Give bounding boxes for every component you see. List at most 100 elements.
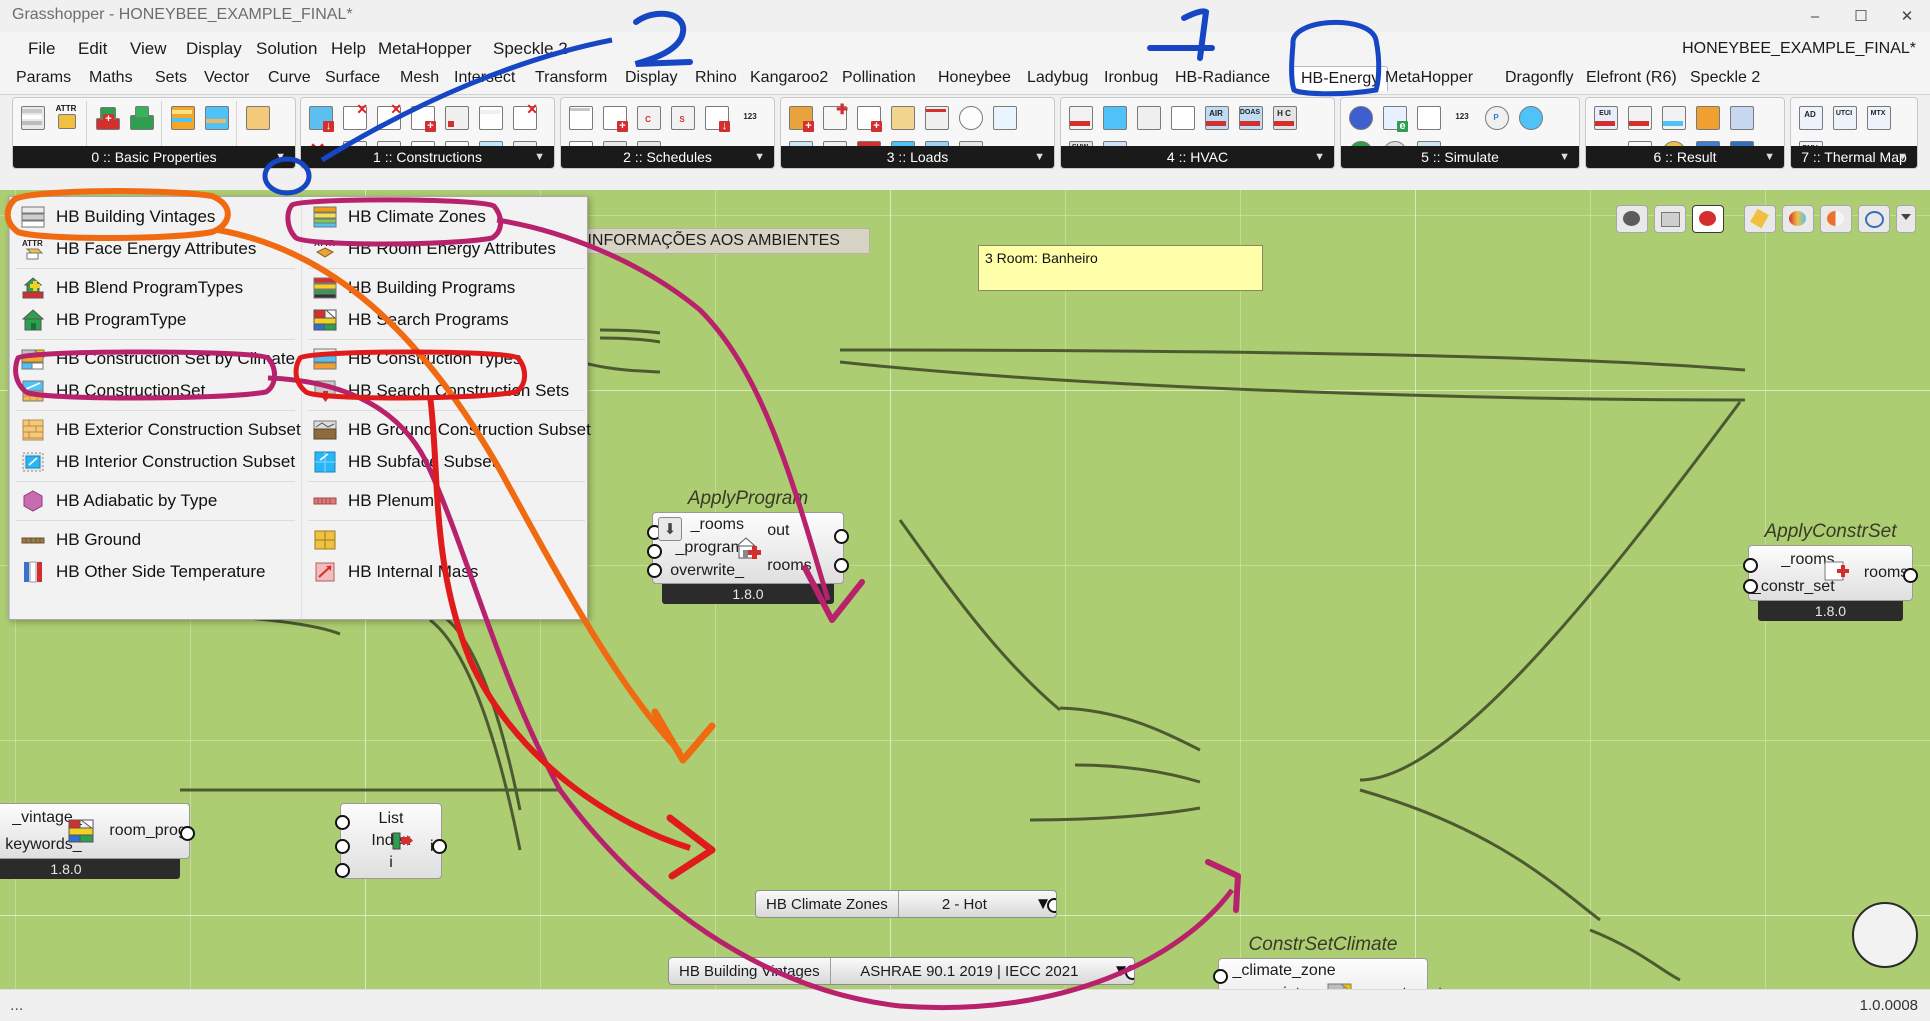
component-constr-set-climate[interactable]: ConstrSetClimate _climate_zone _vintage_… bbox=[1213, 934, 1442, 990]
hb-construction-set-by-climate-icon[interactable] bbox=[166, 101, 198, 134]
tab-pollination[interactable]: Pollination bbox=[842, 69, 916, 87]
value-list-climate-zones[interactable]: HB Climate Zones HB Climate Zones 2 - Ho… bbox=[755, 890, 1057, 918]
ribbon-group-label-basic[interactable]: 0 :: Basic Properties ▼ bbox=[13, 146, 295, 168]
preview-red-icon[interactable] bbox=[1692, 205, 1724, 233]
simulate-play-icon[interactable] bbox=[1514, 101, 1546, 134]
schedule-numbers-icon[interactable]: 123 bbox=[734, 101, 766, 134]
thermal-utci-icon[interactable]: UTCI bbox=[1828, 101, 1860, 134]
simulate-output-icon[interactable]: P bbox=[1480, 101, 1512, 134]
hb-blend-programtypes-icon[interactable]: + bbox=[91, 101, 123, 134]
tab-dragonfly[interactable]: Dragonfly bbox=[1505, 69, 1573, 87]
ribbon-group-label-thermal[interactable]: 7 :: Thermal Map ▼ bbox=[1791, 146, 1917, 168]
hb-exterior-construction-subset-icon[interactable] bbox=[241, 101, 273, 134]
chevron-down-icon[interactable]: ▼ bbox=[1034, 151, 1045, 163]
tab-hb-radiance[interactable]: HB-Radiance bbox=[1175, 69, 1270, 87]
port-out[interactable]: out bbox=[767, 522, 789, 540]
hvac-heat-cool-icon[interactable] bbox=[1132, 101, 1164, 134]
ribbon-group-label-loads[interactable]: 3 :: Loads ▼ bbox=[781, 146, 1054, 168]
menu-hb-programtype[interactable]: HB ProgramType bbox=[10, 304, 301, 336]
load-lighting-icon[interactable]: ✚ bbox=[818, 101, 850, 134]
component-search-programs[interactable]: _vintage_ keywords_ room_prog 1.8.0 bbox=[0, 803, 195, 883]
delete-construction-icon[interactable]: ✕ bbox=[338, 101, 370, 134]
material-window-icon[interactable] bbox=[474, 101, 506, 134]
schedule-icon[interactable] bbox=[564, 101, 596, 134]
menu-item-solution[interactable]: Solution bbox=[250, 37, 323, 61]
tab-ironbug[interactable]: Ironbug bbox=[1104, 69, 1158, 87]
simulate-run-idf-icon[interactable] bbox=[1412, 101, 1444, 134]
tab-params[interactable]: Params bbox=[16, 69, 71, 87]
port-overwrite[interactable]: overwrite_ bbox=[670, 562, 744, 580]
menu-hb-interior-construction-subset[interactable]: HB Interior Construction Subset bbox=[10, 446, 301, 478]
tab-curve[interactable]: Curve bbox=[268, 69, 311, 87]
menu-item-metahopper[interactable]: MetaHopper bbox=[372, 37, 478, 61]
menu-hb-ground-construction-subset[interactable]: HB Ground Construction Subset bbox=[302, 414, 591, 446]
port-climate-zone[interactable]: _climate_zone bbox=[1232, 962, 1335, 980]
close-button[interactable]: ✕ bbox=[1884, 0, 1930, 32]
ribbon-group-label-result[interactable]: 6 :: Result ▼ bbox=[1586, 146, 1784, 168]
menu-hb-exterior-construction-subset[interactable]: HB Exterior Construction Subset bbox=[10, 414, 301, 446]
thermal-matrix-icon[interactable]: MTX bbox=[1862, 101, 1894, 134]
value-list-selected[interactable]: 2 - Hot bbox=[899, 891, 1030, 917]
result-balance-icon[interactable] bbox=[1623, 101, 1655, 134]
menu-item-help[interactable]: Help bbox=[325, 37, 372, 61]
sphere-dark-icon[interactable] bbox=[1616, 205, 1648, 233]
canvas-navigation-dial[interactable] bbox=[1852, 902, 1918, 968]
schedule-constant-icon[interactable]: ↓ bbox=[700, 101, 732, 134]
thermal-adaptive-icon[interactable]: AD bbox=[1794, 101, 1826, 134]
simulate-run-osm-icon[interactable]: e bbox=[1378, 101, 1410, 134]
delete-window-construction-icon[interactable]: ✕ bbox=[372, 101, 404, 134]
hvac-air-icon[interactable]: AIR bbox=[1200, 101, 1232, 134]
menu-hb-room-energy-attributes[interactable]: ATTR HB Room Energy Attributes bbox=[302, 233, 591, 265]
value-list-selected[interactable]: ASHRAE 90.1 2019 | IECC 2021 bbox=[831, 958, 1108, 984]
chevron-down-icon[interactable] bbox=[1896, 205, 1916, 233]
ribbon-group-label-constructions[interactable]: 1 :: Constructions ▼ bbox=[301, 146, 554, 168]
menu-hb-building-programs[interactable]: HB Building Programs bbox=[302, 272, 591, 304]
port-rooms-out[interactable]: rooms bbox=[767, 557, 811, 575]
port-rooms[interactable]: _rooms bbox=[691, 516, 744, 534]
menu-item-view[interactable]: View bbox=[124, 37, 173, 61]
tag-icon[interactable] bbox=[1654, 205, 1686, 233]
port-list[interactable]: List bbox=[379, 810, 404, 828]
menu-item-speckle[interactable]: Speckle 2 bbox=[487, 37, 574, 61]
hb-constructionset-icon[interactable] bbox=[200, 101, 232, 134]
port-room-prog[interactable]: room_prog bbox=[109, 822, 186, 840]
tab-rhino[interactable]: Rhino bbox=[695, 69, 737, 87]
menu-hb-climate-zones[interactable]: HB Climate Zones bbox=[302, 201, 591, 233]
tab-elefront[interactable]: Elefront (R6) bbox=[1586, 69, 1677, 87]
menu-hb-ground[interactable]: HB Ground bbox=[10, 524, 301, 556]
opaque-construction-icon[interactable]: ↓ bbox=[304, 101, 336, 134]
tab-speckle-2[interactable]: Speckle 2 bbox=[1690, 69, 1760, 87]
tab-metahopper[interactable]: MetaHopper bbox=[1385, 69, 1473, 87]
simulate-sim-par-icon[interactable]: 123 bbox=[1446, 101, 1478, 134]
chevron-down-icon[interactable]: ▼ bbox=[1314, 151, 1325, 163]
hvac-fan-icon[interactable] bbox=[1166, 101, 1198, 134]
component-list-item[interactable]: List Index i bbox=[335, 803, 447, 883]
menu-hb-constructionset[interactable]: HB ConstructionSet bbox=[10, 375, 301, 407]
load-gas-icon[interactable] bbox=[886, 101, 918, 134]
menu-hb-subface-subset[interactable]: HB Subface Subset bbox=[302, 446, 591, 478]
chevron-down-icon[interactable]: ▼ bbox=[754, 151, 765, 163]
tab-surface[interactable]: Surface bbox=[325, 69, 380, 87]
tab-vector[interactable]: Vector bbox=[204, 69, 249, 87]
hvac-heat-cool-hc-icon[interactable]: H C bbox=[1268, 101, 1300, 134]
hb-face-energy-attributes-icon[interactable]: ATTR bbox=[50, 101, 82, 134]
result-color-rooms-icon[interactable] bbox=[1691, 101, 1723, 134]
result-peak-icon[interactable] bbox=[1657, 101, 1689, 134]
menu-hb-search-programs[interactable]: HB Search Programs bbox=[302, 304, 591, 336]
load-people-icon[interactable]: + bbox=[784, 101, 816, 134]
schedule-seasonal-icon[interactable]: S bbox=[666, 101, 698, 134]
component-apply-program[interactable]: ApplyProgram _rooms _program overwrite_ … bbox=[647, 488, 849, 604]
add-construction-icon[interactable]: + bbox=[406, 101, 438, 134]
menu-hb-other-side-temperature[interactable]: HB Other Side Temperature bbox=[10, 556, 301, 588]
load-infiltration-icon[interactable] bbox=[988, 101, 1020, 134]
delete-material-icon[interactable]: ✕ bbox=[508, 101, 540, 134]
material-opaque-icon[interactable] bbox=[440, 101, 472, 134]
tab-kangaroo2[interactable]: Kangaroo2 bbox=[750, 69, 828, 87]
tab-maths[interactable]: Maths bbox=[89, 69, 133, 87]
port-rooms-out[interactable]: rooms bbox=[1864, 564, 1908, 582]
panel-room-banheiro[interactable]: 3 Room: Banheiro bbox=[978, 245, 1263, 291]
result-data-icon[interactable] bbox=[1725, 101, 1757, 134]
ribbon-group-label-simulate[interactable]: 5 :: Simulate ▼ bbox=[1341, 146, 1579, 168]
menu-hb-plenum[interactable]: HB Plenum bbox=[302, 485, 591, 517]
tab-intersect[interactable]: Intersect bbox=[454, 69, 515, 87]
